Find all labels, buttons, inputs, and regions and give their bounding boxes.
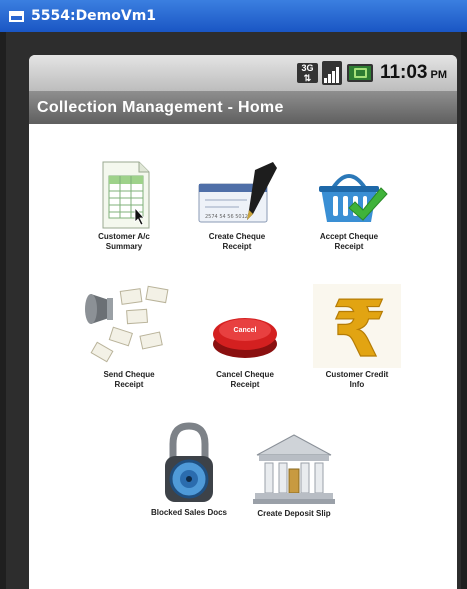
signal-icon [321,61,342,85]
rupee-icon: ₹ [307,284,407,376]
tile-accept-cheque-receipt[interactable]: Accept Cheque Receipt [294,158,404,252]
tile-label: Blocked Sales Docs [150,508,228,517]
status-ampm: PM [430,69,448,81]
network-icon: 3G ⇅ [296,63,318,83]
status-bar: 3G ⇅ 11:03 PM [29,55,457,91]
tile-label: Customer Credit Info [325,370,389,389]
tile-label: Accept Cheque Receipt [319,232,379,251]
spreadsheet-icon [89,158,159,230]
home-grid: Customer A/c Summary 2574 54 56 5012 Cre… [29,124,457,589]
bank-icon [249,429,339,507]
basket-check-icon [299,158,399,230]
app-title-bar: Collection Management - Home [29,91,457,124]
phone-screen: 3G ⇅ 11:03 PM Collection Management - Hom… [29,55,457,589]
svg-text:2574 54 56 5012: 2574 54 56 5012 [205,214,248,220]
window-icon [9,10,24,22]
tile-send-cheque-receipt[interactable]: Send Cheque Receipt [74,284,184,390]
cheque-pen-icon: 2574 54 56 5012 [187,158,287,230]
tile-create-deposit-slip[interactable]: Create Deposit Slip [239,429,349,519]
tile-label: Send Cheque Receipt [103,370,155,389]
status-time: 11:03 [379,62,428,83]
window-title: 5554:DemoVm1 [31,8,157,24]
megaphone-letters-icon [79,284,179,368]
window-title-bar: 5554:DemoVm1 [0,0,467,32]
tile-label: Cancel Cheque Receipt [216,370,274,389]
tile-create-cheque-receipt[interactable]: 2574 54 56 5012 Create Cheque Receipt [182,158,292,252]
tile-label: Customer A/c Summary [98,232,150,251]
svg-text:Cancel: Cancel [234,327,257,334]
tile-customer-credit-info[interactable]: ₹ Customer Credit Info [302,284,412,390]
tile-label: Create Deposit Slip [257,509,331,518]
svg-text:₹: ₹ [332,285,386,368]
app-title: Collection Management - Home [37,98,284,116]
battery-icon [346,64,373,82]
tile-blocked-sales-docs[interactable]: Blocked Sales Docs [134,422,244,518]
tile-cancel-cheque-receipt[interactable]: Cancel Cancel Cheque Receipt [190,294,300,390]
tile-customer-account-summary[interactable]: Customer A/c Summary [69,158,179,252]
tile-label: Create Cheque Receipt [208,232,266,251]
cancel-button-icon: Cancel [210,294,280,368]
padlock-icon [159,422,219,506]
